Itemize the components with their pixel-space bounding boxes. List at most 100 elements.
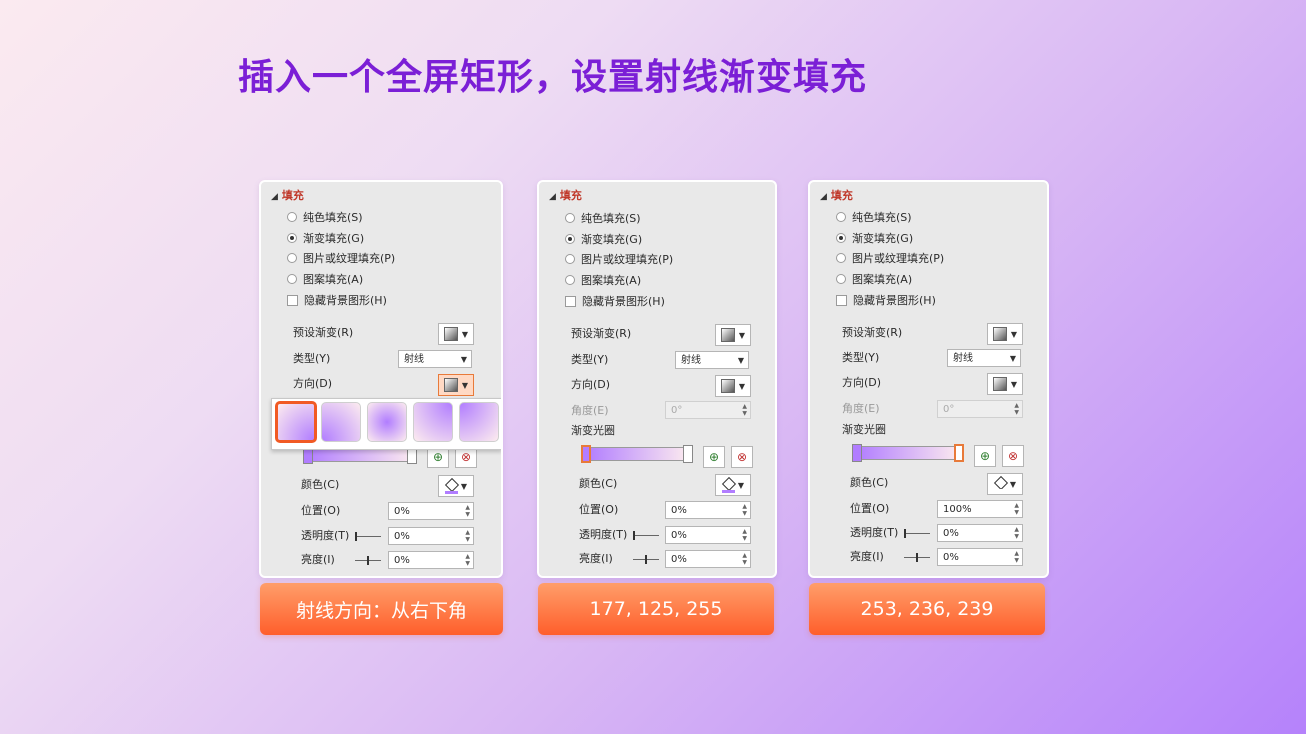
gradient-stop-start[interactable]	[581, 445, 591, 463]
radio-icon[interactable]	[565, 275, 575, 285]
option-solid-fill[interactable]: 纯色填充(S)	[287, 208, 363, 226]
caption-color-end: 253, 236, 239	[809, 583, 1045, 635]
spinner-icon[interactable]: ▲ ▼	[1014, 502, 1019, 516]
spinner-icon[interactable]: ▲ ▼	[742, 503, 747, 517]
option-pattern-fill[interactable]: 图案填充(A)	[836, 270, 912, 288]
add-stop-button[interactable]: ⊕	[703, 446, 725, 468]
slider-thumb[interactable]	[645, 555, 647, 564]
option-picture-fill[interactable]: 图片或纹理填充(P)	[287, 249, 395, 267]
brightness-input[interactable]: 0% ▲ ▼	[937, 548, 1023, 566]
radio-icon[interactable]	[287, 212, 297, 222]
spinner-icon[interactable]: ▲ ▼	[465, 504, 470, 518]
position-input[interactable]: 100% ▲ ▼	[937, 500, 1023, 518]
brightness-input[interactable]: 0% ▲ ▼	[388, 551, 474, 569]
radio-icon[interactable]	[836, 212, 846, 222]
section-header[interactable]: ◢ 填充	[271, 187, 304, 203]
direction-button[interactable]: ▼	[987, 373, 1023, 395]
transparency-label: 透明度(T)	[301, 529, 350, 542]
transparency-slider[interactable]	[355, 532, 381, 541]
preset-gradient-button[interactable]: ▼	[438, 323, 474, 345]
color-picker-button[interactable]: ▼	[715, 474, 751, 496]
direction-option-bottom-right[interactable]	[275, 401, 317, 443]
collapse-triangle-icon[interactable]: ◢	[271, 192, 278, 202]
spinner-icon[interactable]: ▲ ▼	[742, 552, 747, 566]
preset-gradient-button[interactable]: ▼	[715, 324, 751, 346]
option-picture-fill[interactable]: 图片或纹理填充(P)	[565, 250, 673, 268]
remove-stop-button[interactable]: ⊗	[731, 446, 753, 468]
collapse-triangle-icon[interactable]: ◢	[820, 192, 827, 202]
checkbox-icon[interactable]	[287, 294, 298, 306]
color-label: 颜色(C)	[850, 476, 889, 489]
radio-selected-icon[interactable]	[836, 233, 846, 243]
direction-button[interactable]: ▼	[438, 374, 474, 396]
radio-selected-icon[interactable]	[565, 234, 575, 244]
option-gradient-fill[interactable]: 渐变填充(G)	[836, 229, 913, 247]
radio-icon[interactable]	[836, 253, 846, 263]
position-input[interactable]: 0% ▲ ▼	[388, 502, 474, 520]
direction-option-center[interactable]	[367, 402, 407, 442]
checkbox-icon[interactable]	[836, 294, 847, 306]
direction-option-top-right[interactable]	[413, 402, 453, 442]
hide-background-checkbox[interactable]: 隐藏背景图形(H)	[836, 291, 936, 309]
section-header[interactable]: ◢ 填充	[820, 187, 853, 203]
transparency-slider[interactable]	[633, 531, 659, 540]
remove-stop-button[interactable]: ⊗	[1002, 445, 1024, 467]
brightness-slider[interactable]	[904, 553, 930, 562]
gradient-stop-end[interactable]	[954, 444, 964, 462]
transparency-input[interactable]: 0% ▲ ▼	[937, 524, 1023, 542]
slider-thumb[interactable]	[904, 529, 906, 538]
color-picker-button[interactable]: ▼	[438, 475, 474, 497]
transparency-slider[interactable]	[904, 529, 930, 538]
brightness-slider[interactable]	[355, 556, 381, 565]
spinner-icon[interactable]: ▲ ▼	[1014, 526, 1019, 540]
radio-icon[interactable]	[565, 254, 575, 264]
option-gradient-fill[interactable]: 渐变填充(G)	[565, 230, 642, 248]
option-pattern-fill[interactable]: 图案填充(A)	[565, 271, 641, 289]
slider-thumb[interactable]	[355, 532, 357, 541]
gradient-stop-end[interactable]	[683, 445, 693, 463]
color-picker-button[interactable]: ▼	[987, 473, 1023, 495]
direction-option-bottom-left[interactable]	[321, 402, 361, 442]
type-select[interactable]: 射线 ▼	[947, 349, 1021, 367]
radio-selected-icon[interactable]	[287, 233, 297, 243]
slider-thumb[interactable]	[367, 556, 369, 565]
spinner-icon[interactable]: ▲ ▼	[465, 529, 470, 543]
type-label: 类型(Y)	[571, 353, 609, 366]
option-solid-fill[interactable]: 纯色填充(S)	[836, 208, 912, 226]
slider-thumb[interactable]	[916, 553, 918, 562]
type-select[interactable]: 射线 ▼	[675, 351, 749, 369]
option-pattern-fill[interactable]: 图案填充(A)	[287, 270, 363, 288]
spinner-icon[interactable]: ▲ ▼	[1014, 550, 1019, 564]
checkbox-icon[interactable]	[565, 295, 576, 307]
gradient-bar[interactable]	[305, 448, 417, 462]
spinner-icon[interactable]: ▲ ▼	[742, 528, 747, 542]
section-header[interactable]: ◢ 填充	[549, 187, 582, 203]
type-select[interactable]: 射线 ▼	[398, 350, 472, 368]
option-picture-fill[interactable]: 图片或纹理填充(P)	[836, 249, 944, 267]
transparency-input[interactable]: 0% ▲ ▼	[665, 526, 751, 544]
direction-option-top-left[interactable]	[459, 402, 499, 442]
radio-icon[interactable]	[287, 274, 297, 284]
gradient-bar[interactable]	[585, 447, 691, 461]
spinner-icon[interactable]: ▲ ▼	[465, 553, 470, 567]
radio-icon[interactable]	[287, 253, 297, 263]
gradient-bar[interactable]	[856, 446, 962, 460]
direction-button[interactable]: ▼	[715, 375, 751, 397]
brightness-slider[interactable]	[633, 555, 659, 564]
gradient-stop-start[interactable]	[852, 444, 862, 462]
angle-label: 角度(E)	[571, 404, 609, 417]
position-input[interactable]: 0% ▲ ▼	[665, 501, 751, 519]
brightness-input[interactable]: 0% ▲ ▼	[665, 550, 751, 568]
add-stop-button[interactable]: ⊕	[974, 445, 996, 467]
hide-background-checkbox[interactable]: 隐藏背景图形(H)	[565, 292, 665, 310]
option-solid-fill[interactable]: 纯色填充(S)	[565, 209, 641, 227]
transparency-label: 透明度(T)	[579, 528, 628, 541]
hide-background-checkbox[interactable]: 隐藏背景图形(H)	[287, 291, 387, 309]
collapse-triangle-icon[interactable]: ◢	[549, 192, 556, 202]
slider-thumb[interactable]	[633, 531, 635, 540]
option-gradient-fill[interactable]: 渐变填充(G)	[287, 229, 364, 247]
radio-icon[interactable]	[836, 274, 846, 284]
transparency-input[interactable]: 0% ▲ ▼	[388, 527, 474, 545]
radio-icon[interactable]	[565, 213, 575, 223]
preset-gradient-button[interactable]: ▼	[987, 323, 1023, 345]
